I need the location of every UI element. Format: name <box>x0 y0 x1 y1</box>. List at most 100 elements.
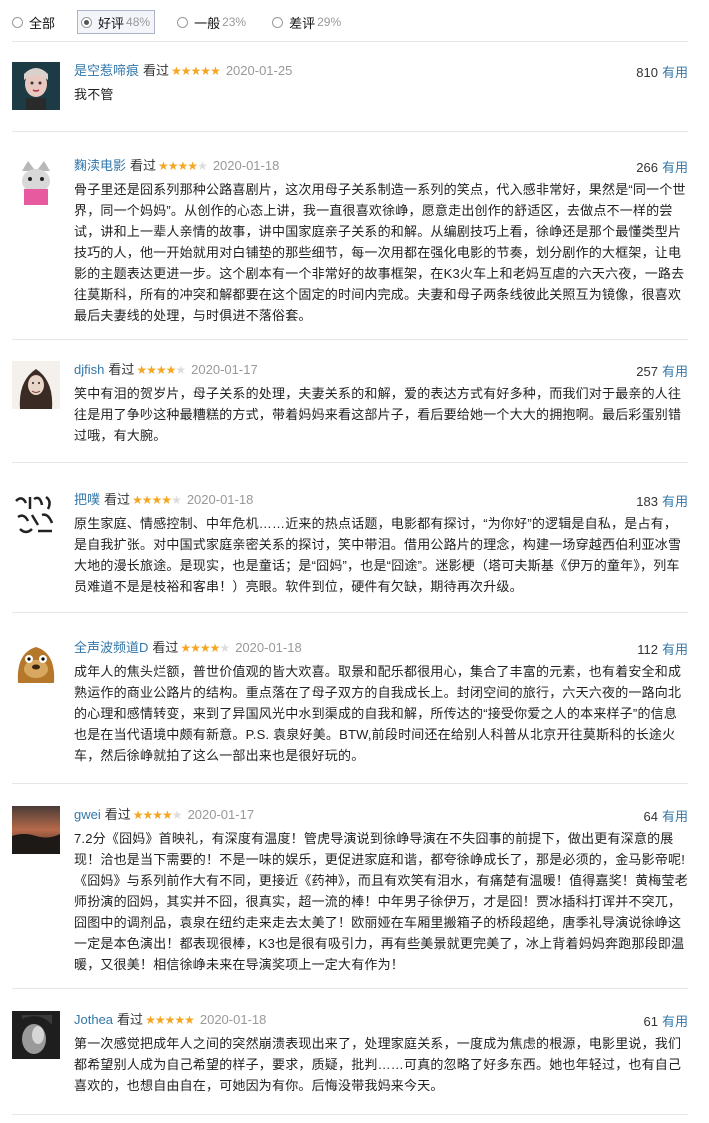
review-header: djfish 看过 ★★★★★ 2020-01-17 <box>74 361 688 379</box>
divider <box>12 783 688 784</box>
author-link[interactable]: Jothea <box>74 1012 113 1027</box>
review-text: 第一次感觉把成年人之间的突然崩溃表现出来了，处理家庭关系，一度成为焦虑的根源，电… <box>74 1036 682 1093</box>
review-header: Jothea 看过 ★★★★★ 2020-01-18 <box>74 1011 688 1029</box>
filter-label: 好评 <box>98 15 125 31</box>
divider <box>12 131 688 132</box>
filter-label: 全部 <box>29 15 56 31</box>
vote-area: 266 有用 <box>636 157 688 176</box>
watched-label: 看过 <box>152 640 179 655</box>
review-date: 2020-01-18 <box>186 492 254 507</box>
filter-percent: 29% <box>317 15 342 29</box>
review-date: 2020-01-17 <box>191 362 258 377</box>
watched-label: 看过 <box>130 158 157 173</box>
rating-stars-icon: ★★★★★ <box>180 641 230 655</box>
vote-area: 61 有用 <box>644 1011 688 1030</box>
rating-stars-icon: ★★★★★ <box>171 64 221 78</box>
divider <box>12 339 688 340</box>
vote-area: 112 有用 <box>637 639 688 658</box>
review-header: gwei 看过 ★★★★★ 2020-01-17 <box>74 806 688 824</box>
author-link[interactable]: gwei <box>74 807 101 822</box>
rating-filter-bar: 全部 好评 48% 一般 23% 差评 29% <box>12 10 688 34</box>
author-link[interactable]: djfish <box>74 362 104 377</box>
review-header: 全声波频道D 看过 ★★★★★ 2020-01-18 <box>74 639 688 657</box>
review-date: 2020-01-17 <box>187 807 255 822</box>
review-date: 2020-01-18 <box>199 1012 267 1027</box>
review-item: 全声波频道D 看过 ★★★★★ 2020-01-18 112 有用 成年人的焦头烂额，普… <box>12 639 688 769</box>
review-text: 骨子里还是囧系列那种公路喜剧片，这次用母子关系制造一系列的笑点，代入感非常好，果… <box>74 182 686 323</box>
author-link[interactable]: 麴渎电影 <box>74 158 126 173</box>
sunset-landscape-avatar[interactable] <box>12 806 60 854</box>
review-header: 麴渎电影 看过 ★★★★★ 2020-01-18 <box>74 157 688 175</box>
review-item: gwei 看过 ★★★★★ 2020-01-17 64 有用 7.2分《囧妈》首映礼，有… <box>12 806 688 976</box>
watched-label: 看过 <box>108 362 135 377</box>
review-item: djfish 看过 ★★★★★ 2020-01-17 257 有用 笑中有泪的贺岁片，母… <box>12 361 688 453</box>
review-text: 原生家庭、情感控制、中年危机……近来的热点话题，电影都有探讨，“为你好”的逻辑是… <box>74 516 682 594</box>
review-date: 2020-01-18 <box>212 158 280 173</box>
vote-count: 266 <box>636 160 658 175</box>
author-link[interactable]: 是空惹啼痕 <box>74 63 139 78</box>
watched-label: 看过 <box>104 807 131 822</box>
author-link[interactable]: 全声波频道D <box>74 640 148 655</box>
review-text: 7.2分《囧妈》首映礼，有深度有温度！管虎导演说到徐峥导演在不失囧事的前提下，做… <box>74 831 688 972</box>
filter-positive[interactable]: 好评 48% <box>77 10 156 34</box>
grayscale-portrait-avatar[interactable] <box>12 1011 60 1059</box>
filter-label: 一般 <box>194 15 221 31</box>
radio-icon[interactable] <box>12 16 23 28</box>
radio-selected-icon[interactable] <box>81 16 93 28</box>
review-item: 麴渎电影 看过 ★★★★★ 2020-01-18 266 有用 骨子里还是囧系列那种公路… <box>12 157 688 327</box>
vote-area: 257 有用 <box>636 361 688 380</box>
rating-stars-icon: ★★★★★ <box>136 363 186 377</box>
watched-label: 看过 <box>104 492 131 507</box>
divider <box>12 462 688 463</box>
vote-count: 183 <box>636 494 658 509</box>
review-text: 成年人的焦头烂额，普世价值观的皆大欢喜。取景和配乐都很用心，集合了丰富的元素，也… <box>74 664 682 763</box>
divider <box>12 1114 688 1115</box>
vote-count: 810 <box>636 65 658 80</box>
radio-icon[interactable] <box>177 16 189 28</box>
useful-button[interactable]: 有用 <box>662 642 688 657</box>
cartoon-animal-avatar[interactable] <box>12 639 60 687</box>
watched-label: 看过 <box>117 1012 144 1027</box>
calligraphy-avatar[interactable] <box>12 491 60 539</box>
filter-negative[interactable]: 差评 29% <box>272 11 341 33</box>
review-date: 2020-01-25 <box>225 63 293 78</box>
review-header: 是空惹啼痕 看过 ★★★★★ 2020-01-25 <box>74 62 688 80</box>
rating-stars-icon: ★★★★★ <box>132 493 182 507</box>
useful-button[interactable]: 有用 <box>662 364 688 379</box>
vote-count: 61 <box>643 1014 658 1029</box>
useful-button[interactable]: 有用 <box>662 494 688 509</box>
vote-count: 257 <box>636 364 658 379</box>
vote-area: 183 有用 <box>636 491 688 510</box>
rating-stars-icon: ★★★★★ <box>132 808 183 822</box>
cat-mask-avatar[interactable] <box>12 157 60 205</box>
divider <box>12 612 688 613</box>
vote-area: 810 有用 <box>636 62 688 81</box>
divider <box>12 988 688 989</box>
review-item: 是空惹啼痕 看过 ★★★★★ 2020-01-25 810 有用 我不管 <box>12 62 688 122</box>
radio-icon[interactable] <box>272 16 284 28</box>
vote-count: 64 <box>643 809 658 824</box>
rating-stars-icon: ★★★★★ <box>145 1013 195 1027</box>
review-date: 2020-01-18 <box>235 640 302 655</box>
useful-button[interactable]: 有用 <box>662 1014 688 1029</box>
review-text: 笑中有泪的贺岁片，母子关系的处理，夫妻关系的和解，爱的表达方式有好多种，而我们对… <box>74 386 682 443</box>
review-text: 我不管 <box>74 87 114 102</box>
review-item: 把噗 看过 ★★★★★ 2020-01-18 183 有用 原生家庭、情感控制、中年危机… <box>12 491 688 601</box>
vote-count: 112 <box>637 642 658 657</box>
filter-neutral[interactable]: 一般 23% <box>177 11 246 33</box>
review-item: Jothea 看过 ★★★★★ 2020-01-18 61 有用 第一次感觉把成年人之间… <box>12 1011 688 1101</box>
drawn-woman-avatar[interactable] <box>12 361 60 409</box>
review-header: 把噗 看过 ★★★★★ 2020-01-18 <box>74 491 688 509</box>
filter-label: 差评 <box>289 15 316 31</box>
filter-percent: 48% <box>126 15 151 29</box>
author-link[interactable]: 把噗 <box>74 492 100 507</box>
rating-stars-icon: ★★★★★ <box>158 159 208 173</box>
useful-button[interactable]: 有用 <box>662 65 688 80</box>
filter-all[interactable]: 全部 <box>12 11 55 33</box>
useful-button[interactable]: 有用 <box>662 809 688 824</box>
divider <box>12 41 688 42</box>
woman-portrait-avatar[interactable] <box>12 62 60 110</box>
useful-button[interactable]: 有用 <box>662 160 688 175</box>
vote-area: 64 有用 <box>644 806 688 825</box>
filter-percent: 23% <box>222 15 247 29</box>
